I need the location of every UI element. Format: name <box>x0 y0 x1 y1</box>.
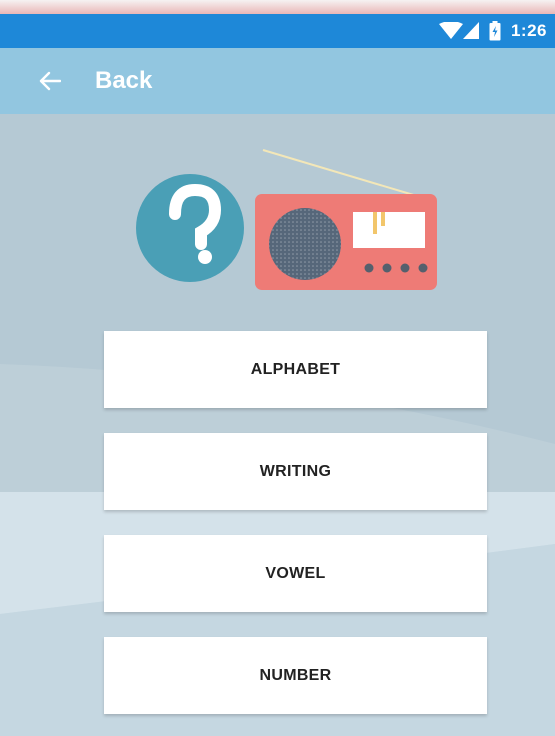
battery-icon <box>489 21 501 41</box>
wifi-icon <box>438 22 463 40</box>
signal-icon <box>462 22 479 40</box>
app-bar: Back <box>0 48 555 114</box>
number-button[interactable]: NUMBER <box>104 637 487 714</box>
radio-icon <box>255 149 437 290</box>
alphabet-button[interactable]: ALPHABET <box>104 331 487 408</box>
arrow-left-icon[interactable] <box>35 66 65 96</box>
vowel-button[interactable]: VOWEL <box>104 535 487 612</box>
writing-button[interactable]: WRITING <box>104 433 487 510</box>
radio-illustration <box>136 149 437 290</box>
main-content: ALPHABET WRITING VOWEL NUMBER <box>0 114 555 736</box>
status-bar: 1:26 <box>0 14 555 48</box>
top-strip <box>0 0 555 14</box>
question-mark-icon <box>136 174 244 282</box>
clock: 1:26 <box>510 21 547 40</box>
back-title[interactable]: Back <box>95 67 152 95</box>
